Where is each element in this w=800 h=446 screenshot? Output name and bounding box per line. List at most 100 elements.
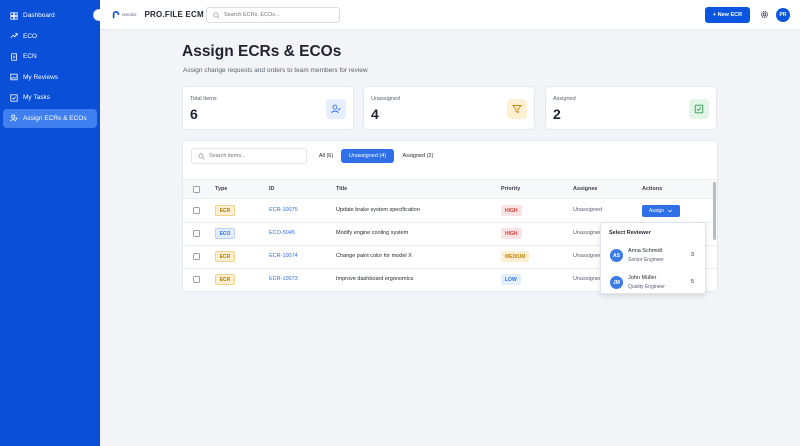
reviewer-option[interactable]: AS Anna Schmidt Senior Engineer 3 bbox=[601, 244, 705, 270]
reviewer-count: 3 bbox=[691, 252, 695, 258]
sidebar-item-dashboard[interactable]: Dashboard bbox=[3, 6, 97, 25]
item-title: Update brake system specification bbox=[336, 207, 420, 213]
assignee: Unassigned bbox=[573, 276, 603, 282]
gear-icon[interactable] bbox=[760, 10, 769, 19]
column-header-title: Title bbox=[336, 186, 348, 192]
items-search[interactable] bbox=[191, 148, 307, 164]
stat-label: Total Items bbox=[190, 96, 217, 102]
sidebar-item-label: ECO bbox=[23, 32, 38, 40]
assign-button[interactable]: Assign bbox=[642, 205, 680, 217]
sidebar-item-eco[interactable]: ECO bbox=[3, 27, 97, 46]
image-icon bbox=[9, 72, 19, 82]
type-badge: ECR bbox=[215, 251, 235, 262]
reviewer-count: 5 bbox=[691, 279, 695, 285]
type-badge: ECO bbox=[215, 228, 235, 239]
column-header-actions: Actions bbox=[642, 186, 663, 192]
assignee: Unassigned bbox=[573, 207, 603, 213]
sidebar-item-label: Assign ECRs & ECOs bbox=[23, 114, 87, 122]
user-assign-icon bbox=[9, 113, 19, 123]
type-badge: ECR bbox=[215, 205, 235, 216]
logo-text: revolze bbox=[122, 12, 137, 17]
dashboard-icon bbox=[9, 11, 19, 21]
reviewer-option[interactable]: JM John Müller Quality Engineer 5 bbox=[601, 271, 705, 293]
sidebar-item-my-reviews[interactable]: My Reviews bbox=[3, 68, 97, 87]
table-scrollbar[interactable] bbox=[713, 182, 716, 240]
stat-value: 4 bbox=[371, 106, 379, 122]
page-subtitle: Assign change requests and orders to tea… bbox=[183, 67, 368, 74]
avatar: AS bbox=[610, 249, 623, 262]
reviewer-dropdown: Select Reviewer AS Anna Schmidt Senior E… bbox=[600, 222, 706, 294]
item-id-link[interactable]: ECR-10073 bbox=[269, 276, 298, 282]
document-icon bbox=[9, 52, 19, 62]
reviewer-name: John Müller bbox=[628, 275, 657, 281]
filter-unassigned[interactable]: Unassigned (4) bbox=[341, 149, 394, 163]
item-title: Modify engine cooling system bbox=[336, 230, 409, 236]
user-avatar[interactable]: PR bbox=[776, 8, 790, 22]
type-badge: ECR bbox=[215, 274, 235, 285]
stat-card-assigned: Assigned 2 bbox=[545, 86, 717, 130]
stat-card-total: Total Items 6 bbox=[182, 86, 354, 130]
stat-value: 2 bbox=[553, 106, 561, 122]
global-search-input[interactable] bbox=[224, 12, 334, 18]
table-row[interactable]: ECR ECR-10075 Update brake system specif… bbox=[183, 200, 717, 223]
logo: revolze PRO.FILE ECM bbox=[112, 10, 204, 19]
avatar: JM bbox=[610, 276, 623, 289]
reviewer-name: Anna Schmidt bbox=[628, 248, 663, 254]
items-search-input[interactable] bbox=[209, 153, 304, 159]
column-header-type: Type bbox=[215, 186, 228, 192]
global-search[interactable] bbox=[206, 7, 340, 23]
assignee: Unassigned bbox=[573, 230, 603, 236]
item-title: Improve dashboard ergonomics bbox=[336, 276, 414, 282]
search-icon bbox=[198, 152, 205, 160]
column-header-id: ID bbox=[269, 186, 275, 192]
column-header-assignee: Assignee bbox=[573, 186, 598, 192]
item-id-link[interactable]: ECO-5045 bbox=[269, 230, 295, 236]
checkbox-icon bbox=[9, 93, 19, 103]
item-title: Change paint color for model X bbox=[336, 253, 412, 259]
item-id-link[interactable]: ECR-10075 bbox=[269, 207, 298, 213]
assignee: Unassigned bbox=[573, 253, 603, 259]
search-icon bbox=[213, 11, 220, 19]
chevron-down-icon bbox=[667, 209, 673, 213]
reviewer-role: Senior Engineer bbox=[628, 257, 664, 263]
top-bar: revolze PRO.FILE ECM + New ECR PR bbox=[100, 0, 800, 30]
column-header-priority: Priority bbox=[501, 186, 521, 192]
stat-card-unassigned: Unassigned 4 bbox=[363, 86, 535, 130]
item-id-link[interactable]: ECR-10074 bbox=[269, 253, 298, 259]
priority-badge: HIGH bbox=[501, 205, 522, 216]
sidebar-item-ecn[interactable]: ECN bbox=[3, 47, 97, 66]
filter-assigned[interactable]: Assigned (2) bbox=[398, 149, 438, 163]
sidebar-item-label: Dashboard bbox=[23, 12, 55, 19]
reviewer-role: Quality Engineer bbox=[628, 284, 665, 290]
dropdown-title: Select Reviewer bbox=[609, 230, 651, 236]
sidebar-item-label: My Tasks bbox=[23, 94, 50, 101]
trend-icon bbox=[9, 31, 19, 41]
priority-badge: LOW bbox=[501, 274, 521, 285]
sidebar: Dashboard ECO ECN My Reviews My Tasks As… bbox=[0, 0, 100, 446]
row-checkbox[interactable] bbox=[193, 276, 200, 283]
assign-button-label: Assign bbox=[648, 208, 664, 214]
table-header: Type ID Title Priority Assignee Actions bbox=[183, 179, 717, 199]
row-checkbox[interactable] bbox=[193, 253, 200, 260]
priority-badge: HIGH bbox=[501, 228, 522, 239]
stat-value: 6 bbox=[190, 106, 198, 122]
sidebar-nav: Dashboard ECO ECN My Reviews My Tasks As… bbox=[3, 6, 97, 129]
priority-badge: MEDIUM bbox=[501, 251, 530, 262]
sidebar-item-label: ECN bbox=[23, 53, 37, 60]
select-all-checkbox[interactable] bbox=[193, 186, 200, 193]
stat-label: Unassigned bbox=[371, 96, 401, 102]
sidebar-item-assign[interactable]: Assign ECRs & ECOs bbox=[3, 108, 97, 128]
sidebar-item-my-tasks[interactable]: My Tasks bbox=[3, 88, 97, 107]
row-checkbox[interactable] bbox=[193, 230, 200, 237]
new-ecr-button[interactable]: + New ECR bbox=[705, 7, 750, 23]
app-title: PRO.FILE ECM bbox=[144, 10, 204, 19]
logo-icon bbox=[112, 10, 120, 18]
row-checkbox[interactable] bbox=[193, 207, 200, 214]
stat-label: Assigned bbox=[553, 96, 576, 102]
filter-icon bbox=[507, 99, 527, 119]
page-title: Assign ECRs & ECOs bbox=[182, 43, 342, 60]
sidebar-item-label: My Reviews bbox=[23, 73, 59, 81]
filter-all[interactable]: All (6) bbox=[315, 149, 337, 163]
check-square-icon bbox=[689, 99, 709, 119]
user-check-icon bbox=[326, 99, 346, 119]
